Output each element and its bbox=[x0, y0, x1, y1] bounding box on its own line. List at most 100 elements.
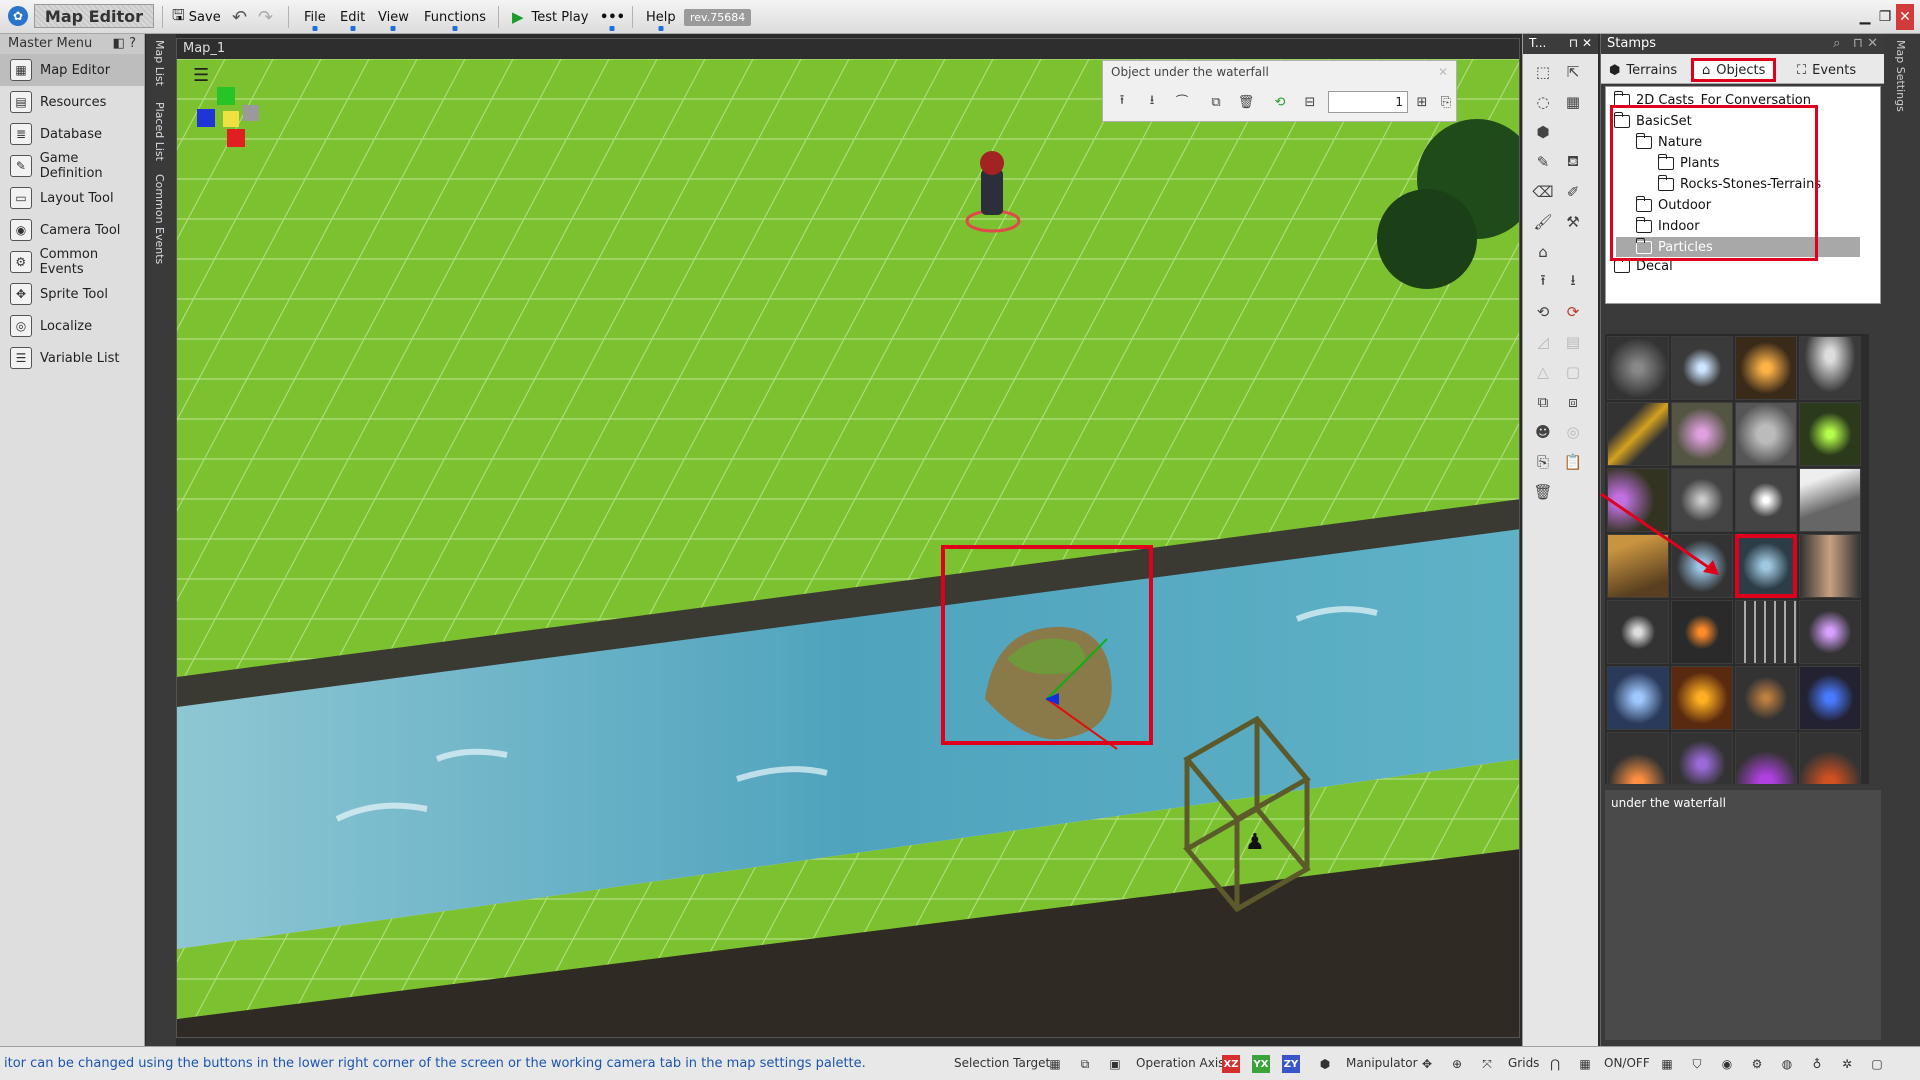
manipulator-move-button[interactable]: ✥ bbox=[1416, 1053, 1438, 1075]
delete-tool[interactable]: 🗑 bbox=[1531, 480, 1555, 504]
player-character[interactable] bbox=[981, 169, 1003, 215]
copy-tool[interactable]: ⎘ bbox=[1531, 450, 1555, 474]
map-viewport[interactable]: Map_1 ♟ ☰ bbox=[176, 38, 1520, 1038]
stamp-blue-fountain[interactable] bbox=[1607, 666, 1669, 730]
group-tool[interactable]: ⧉ bbox=[1531, 390, 1555, 414]
view-box-button[interactable]: ▢ bbox=[1866, 1053, 1888, 1075]
reset-button[interactable]: ⎘ bbox=[1435, 91, 1457, 113]
tree-item-decal[interactable]: Decal bbox=[1614, 259, 1673, 273]
tab-common-events[interactable]: Common Events bbox=[153, 174, 166, 264]
manipulator-toggle[interactable]: ⬢ bbox=[1314, 1053, 1336, 1075]
raise-tool[interactable]: ⭱ bbox=[1531, 270, 1555, 294]
brush-tool[interactable]: 🖌 bbox=[1531, 210, 1555, 234]
stamp-rings[interactable] bbox=[1607, 336, 1669, 400]
master-menu-item-localize[interactable]: ◎ Localize bbox=[0, 310, 144, 342]
stamp-sparkle[interactable] bbox=[1671, 336, 1733, 400]
select-rect-tool[interactable]: ⬚ bbox=[1531, 60, 1555, 84]
stamp-magic-flare[interactable] bbox=[1799, 600, 1861, 664]
view-globe-button[interactable]: ◍ bbox=[1776, 1053, 1798, 1075]
pencil-tool[interactable]: ✎ bbox=[1531, 150, 1555, 174]
layer-tool[interactable]: ▤ bbox=[1561, 330, 1585, 354]
master-menu-item-game-definition[interactable]: ✎ Game Definition bbox=[0, 150, 144, 182]
selection-target-button[interactable]: ▦ bbox=[1044, 1053, 1066, 1075]
paste-tool[interactable]: 📋 bbox=[1561, 450, 1585, 474]
scene-canvas[interactable]: ♟ bbox=[177, 59, 1520, 1038]
menu-help[interactable]: Help bbox=[646, 7, 676, 27]
target-tool[interactable]: ◎ bbox=[1561, 420, 1585, 444]
view-camera-button[interactable]: ◉ bbox=[1716, 1053, 1738, 1075]
delete-button[interactable]: 🗑 bbox=[1235, 91, 1257, 113]
grid-magnet-button[interactable]: ⋂ bbox=[1544, 1053, 1566, 1075]
stamp-explosion[interactable] bbox=[1671, 666, 1733, 730]
stamp-flame[interactable] bbox=[1671, 600, 1733, 664]
stamp-blue-flame[interactable] bbox=[1799, 666, 1861, 730]
master-menu-item-resources[interactable]: ▤ Resources bbox=[0, 86, 144, 118]
slope-tool[interactable]: ◿ bbox=[1531, 330, 1555, 354]
view-lamp-button[interactable]: ♁ bbox=[1806, 1053, 1828, 1075]
stamp-fog[interactable] bbox=[1735, 402, 1797, 466]
duplicate-button[interactable]: ⧉ bbox=[1205, 91, 1227, 113]
collapse-icon[interactable]: ◧ ? bbox=[113, 36, 136, 52]
axis-yx-button[interactable]: YX bbox=[1252, 1055, 1270, 1073]
master-menu-item-layout-tool[interactable]: ▭ Layout Tool bbox=[0, 182, 144, 214]
viewport-tab[interactable]: Map_1 bbox=[177, 39, 1519, 59]
master-menu-item-map-editor[interactable]: ▦ Map Editor bbox=[0, 54, 144, 86]
object-tool[interactable]: ⬢ bbox=[1531, 120, 1555, 144]
axis-xz-button[interactable]: XZ bbox=[1222, 1055, 1240, 1073]
minimize-button[interactable]: ▁ bbox=[1856, 4, 1874, 30]
tab-events[interactable]: ⛶ Events bbox=[1797, 58, 1856, 82]
save-button[interactable]: 🖫 Save bbox=[172, 6, 221, 27]
tab-map-settings[interactable]: Map Settings bbox=[1894, 40, 1907, 112]
decrease-button[interactable]: ⊟ bbox=[1299, 91, 1321, 113]
lower-tool[interactable]: ⭳ bbox=[1561, 270, 1585, 294]
eraser-tool[interactable]: ⌫ bbox=[1531, 180, 1555, 204]
grid-tool[interactable]: ▦ bbox=[1561, 90, 1585, 114]
menu-edit[interactable]: Edit bbox=[340, 7, 365, 27]
manipulator-scale-button[interactable]: ⤧ bbox=[1476, 1053, 1498, 1075]
viewport-menu-icon[interactable]: ☰ bbox=[193, 65, 209, 86]
master-menu-item-variable-list[interactable]: ☰ Variable List bbox=[0, 342, 144, 374]
rotate-button[interactable]: ⟲ bbox=[1269, 91, 1291, 113]
test-play-button[interactable]: ▶ Test Play bbox=[512, 7, 588, 27]
stamp-ember-ring[interactable] bbox=[1799, 732, 1861, 784]
move-up-button[interactable]: ⭱ bbox=[1111, 91, 1133, 113]
view-gear-button[interactable]: ⚙ bbox=[1746, 1053, 1768, 1075]
tab-placed-list[interactable]: Placed List bbox=[153, 102, 166, 161]
pin-icon[interactable]: ⊓ ✕ bbox=[1569, 36, 1592, 52]
master-menu-item-common-events[interactable]: ⚙ Common Events bbox=[0, 246, 144, 278]
ungroup-tool[interactable]: ⧈ bbox=[1561, 390, 1585, 414]
stamp-smoke-column[interactable] bbox=[1799, 336, 1861, 400]
stamp-torch[interactable] bbox=[1607, 732, 1669, 784]
stamp-star-flash[interactable] bbox=[1735, 468, 1797, 532]
grid-toggle-button[interactable]: ▦ bbox=[1574, 1053, 1596, 1075]
manipulator-rotate-button[interactable]: ⊕ bbox=[1446, 1053, 1468, 1075]
stamp-splash[interactable] bbox=[1607, 600, 1669, 664]
stamp-rain[interactable] bbox=[1735, 600, 1797, 664]
pointer-tool[interactable]: ⇱ bbox=[1561, 60, 1585, 84]
view-sprite-button[interactable]: ✲ bbox=[1836, 1053, 1858, 1075]
master-menu-item-sprite-tool[interactable]: ✥ Sprite Tool bbox=[0, 278, 144, 310]
axis-zy-button[interactable]: ZY bbox=[1282, 1055, 1300, 1073]
shape-tool[interactable]: △ bbox=[1531, 360, 1555, 384]
tab-map-list[interactable]: Map List bbox=[153, 40, 166, 86]
master-menu-item-camera-tool[interactable]: ◉ Camera Tool bbox=[0, 214, 144, 246]
move-down-button[interactable]: ⭳ bbox=[1141, 91, 1163, 113]
stamp-tool[interactable]: ⚒ bbox=[1561, 210, 1585, 234]
tab-objects[interactable]: ⌂ Objects bbox=[1691, 58, 1777, 82]
rotate-tool[interactable]: ⟲ bbox=[1531, 300, 1555, 324]
close-icon[interactable]: ✕ bbox=[1438, 65, 1448, 79]
view-shield-button[interactable]: ⛉ bbox=[1686, 1053, 1708, 1075]
menu-view[interactable]: View bbox=[378, 7, 409, 27]
box-tool[interactable]: ▢ bbox=[1561, 360, 1585, 384]
fill-tool[interactable]: ⛾ bbox=[1561, 150, 1585, 174]
ground-button[interactable]: ⏜ bbox=[1171, 91, 1193, 113]
menu-file[interactable]: File bbox=[304, 7, 326, 27]
flip-tool[interactable]: ⟳ bbox=[1561, 300, 1585, 324]
master-menu-item-database[interactable]: ≣ Database bbox=[0, 118, 144, 150]
house-tool[interactable]: ⌂ bbox=[1531, 240, 1555, 264]
stamp-purple-vortex[interactable] bbox=[1671, 732, 1733, 784]
undo-button[interactable]: ↶ bbox=[232, 7, 247, 28]
stamp-purple-pool[interactable] bbox=[1735, 732, 1797, 784]
tab-terrains[interactable]: ⬢ Terrains bbox=[1609, 58, 1677, 82]
stamp-green-glow[interactable] bbox=[1799, 402, 1861, 466]
